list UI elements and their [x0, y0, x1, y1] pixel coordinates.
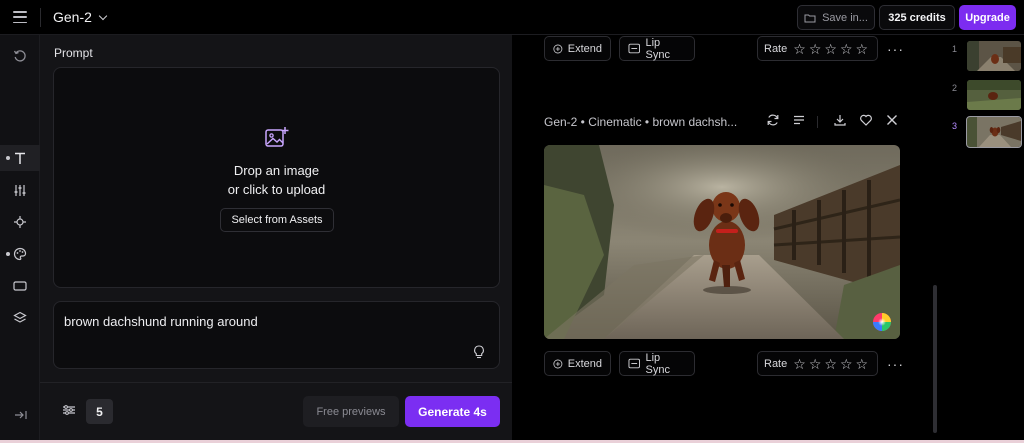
save-in-button[interactable]: Save in...: [797, 5, 875, 30]
prompt-text: brown dachshund running around: [64, 314, 258, 329]
model-name: Gen-2: [53, 9, 92, 25]
active-dot: [6, 252, 10, 256]
rate-label: Rate: [764, 357, 788, 370]
rate-label: Rate: [764, 42, 788, 55]
star-icon[interactable]: ☆: [824, 357, 837, 371]
close-icon[interactable]: [885, 113, 899, 127]
thumbnail-3[interactable]: [966, 116, 1022, 148]
collapse-panel-icon[interactable]: [0, 402, 40, 428]
star-icon[interactable]: ☆: [793, 357, 806, 371]
lip-sync-button[interactable]: Lip Sync: [619, 36, 695, 61]
extend-button[interactable]: Extend: [544, 36, 611, 61]
model-select[interactable]: Gen-2: [53, 9, 108, 25]
history-icon[interactable]: [0, 43, 40, 69]
folder-icon: [804, 14, 816, 22]
select-from-assets-button[interactable]: Select from Assets: [220, 208, 334, 232]
extend-button[interactable]: Extend: [544, 351, 611, 376]
lip-sync-icon: [628, 43, 641, 54]
star-icon[interactable]: ☆: [824, 42, 837, 56]
save-in-label: Save in...: [822, 11, 868, 24]
layers-icon[interactable]: [0, 305, 40, 331]
count-box[interactable]: 5: [86, 399, 113, 424]
download-icon[interactable]: [833, 113, 847, 127]
prompt-input[interactable]: brown dachshund running around: [53, 301, 500, 369]
settings-sliders-icon[interactable]: [62, 404, 76, 416]
camera-motion-icon[interactable]: [0, 209, 40, 235]
image-dropzone[interactable]: Drop an image or click to upload Select …: [53, 67, 500, 288]
star-icon[interactable]: ☆: [809, 357, 822, 371]
free-previews-button[interactable]: Free previews: [303, 396, 399, 427]
generate-bar: 5 Free previews Generate 4s: [40, 382, 512, 443]
star-icon[interactable]: ☆: [840, 357, 853, 371]
rate-control: Rate ☆ ☆ ☆ ☆ ☆: [757, 36, 878, 61]
star-icon[interactable]: ☆: [809, 42, 822, 56]
thumbnail-number: 3: [952, 121, 958, 131]
divider: [817, 116, 818, 128]
credits-label: 325 credits: [888, 11, 946, 24]
active-dot: [6, 156, 10, 160]
output-area: Extend Lip Sync Rate ☆ ☆ ☆ ☆ ☆ ··· Gen-2…: [512, 35, 934, 443]
prompt-label: Prompt: [54, 46, 93, 60]
star-icon[interactable]: ☆: [840, 42, 853, 56]
more-options-icon[interactable]: ···: [887, 41, 904, 57]
lip-sync-button[interactable]: Lip Sync: [619, 351, 695, 376]
divider: [40, 8, 41, 27]
text-tool-icon[interactable]: [0, 145, 40, 171]
generated-video[interactable]: [544, 145, 900, 339]
chevron-down-icon: [98, 11, 108, 20]
more-options-icon[interactable]: ···: [887, 356, 904, 372]
scrollbar-thumb[interactable]: [933, 285, 937, 433]
thumbnail-strip: 1 2 3: [946, 35, 1024, 443]
prompt-panel: Prompt Drop an image or click to upload …: [40, 35, 512, 443]
lip-sync-icon: [628, 358, 641, 369]
thumbnail-number: 1: [952, 44, 958, 54]
upload-text: or click to upload: [227, 182, 326, 197]
plus-circle-icon: [553, 359, 563, 368]
details-icon[interactable]: [792, 113, 806, 127]
sliders-icon[interactable]: [0, 177, 40, 203]
plus-circle-icon: [553, 44, 563, 53]
rate-control: Rate ☆ ☆ ☆ ☆ ☆: [757, 351, 878, 376]
upgrade-button[interactable]: Upgrade: [959, 5, 1016, 30]
extend-label: Extend: [567, 357, 602, 370]
lip-sync-label: Lip Sync: [645, 351, 670, 376]
generate-button[interactable]: Generate 4s: [405, 396, 500, 427]
extend-label: Extend: [567, 42, 602, 55]
generation-title: Gen-2 • Cinematic • brown dachsh...: [544, 115, 738, 129]
star-icon[interactable]: ☆: [856, 42, 869, 56]
add-image-icon: [265, 127, 289, 147]
palette-icon[interactable]: [0, 241, 40, 267]
credits-button[interactable]: 325 credits: [879, 5, 955, 30]
aspect-ratio-icon[interactable]: [0, 273, 40, 299]
lip-sync-label: Lip Sync: [645, 36, 670, 61]
star-icon[interactable]: ☆: [856, 357, 869, 371]
thumbnail-1[interactable]: [967, 41, 1021, 71]
thumbnail-2[interactable]: [967, 80, 1021, 110]
refresh-icon[interactable]: [766, 113, 780, 127]
heart-icon[interactable]: [859, 113, 873, 127]
drop-text: Drop an image: [233, 163, 320, 178]
upgrade-label: Upgrade: [965, 11, 1010, 24]
top-bar: Gen-2 Save in... 325 credits Upgrade: [0, 0, 1024, 35]
lightbulb-icon[interactable]: [473, 345, 485, 359]
tool-rail: [0, 35, 40, 443]
menu-icon[interactable]: [13, 11, 27, 23]
star-icon[interactable]: ☆: [793, 42, 806, 56]
thumbnail-number: 2: [952, 83, 958, 93]
